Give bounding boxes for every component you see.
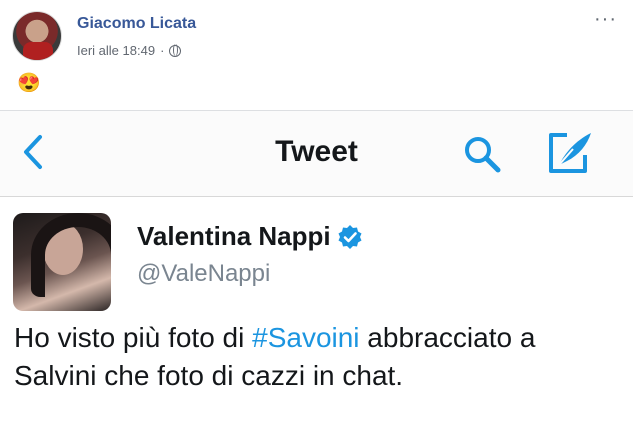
post-text-emoji: 😍 [17, 73, 41, 94]
tweet-author-handle: @ValeNappi [137, 260, 271, 287]
compose-icon [549, 133, 591, 173]
tweet-nav-bar: Tweet [0, 111, 633, 197]
verified-badge-icon [338, 224, 362, 249]
shared-tweet-screenshot[interactable]: Tweet Valentina Nappi @ValeNappi Ho vist… [0, 110, 633, 442]
tweet-author-name: Valentina Nappi [137, 221, 331, 251]
more-options-button[interactable]: ··· [594, 9, 617, 29]
tweet-text: Ho visto più foto di #Savoini abbracciat… [14, 319, 624, 395]
tweet-nav-title: Tweet [275, 135, 358, 168]
tweet-hashtag: #Savoini [252, 322, 360, 353]
tweet-author-avatar [13, 213, 111, 311]
tweet-body: Valentina Nappi @ValeNappi Ho visto più … [0, 197, 633, 442]
post-timestamp[interactable]: Ieri alle 18:49 [77, 43, 155, 58]
author-avatar[interactable] [12, 11, 62, 61]
globe-icon[interactable] [169, 44, 182, 57]
post-header: Giacomo Licata Ieri alle 18:49 · ··· 😍 [0, 0, 633, 110]
author-name[interactable]: Giacomo Licata [77, 15, 196, 33]
tweet-text-part: Ho visto più foto di [14, 322, 253, 353]
tweet-author-name-row: Valentina Nappi [137, 221, 363, 252]
search-icon [465, 137, 501, 173]
meta-separator: · [160, 43, 165, 58]
post-meta: Ieri alle 18:49 · [77, 43, 182, 58]
